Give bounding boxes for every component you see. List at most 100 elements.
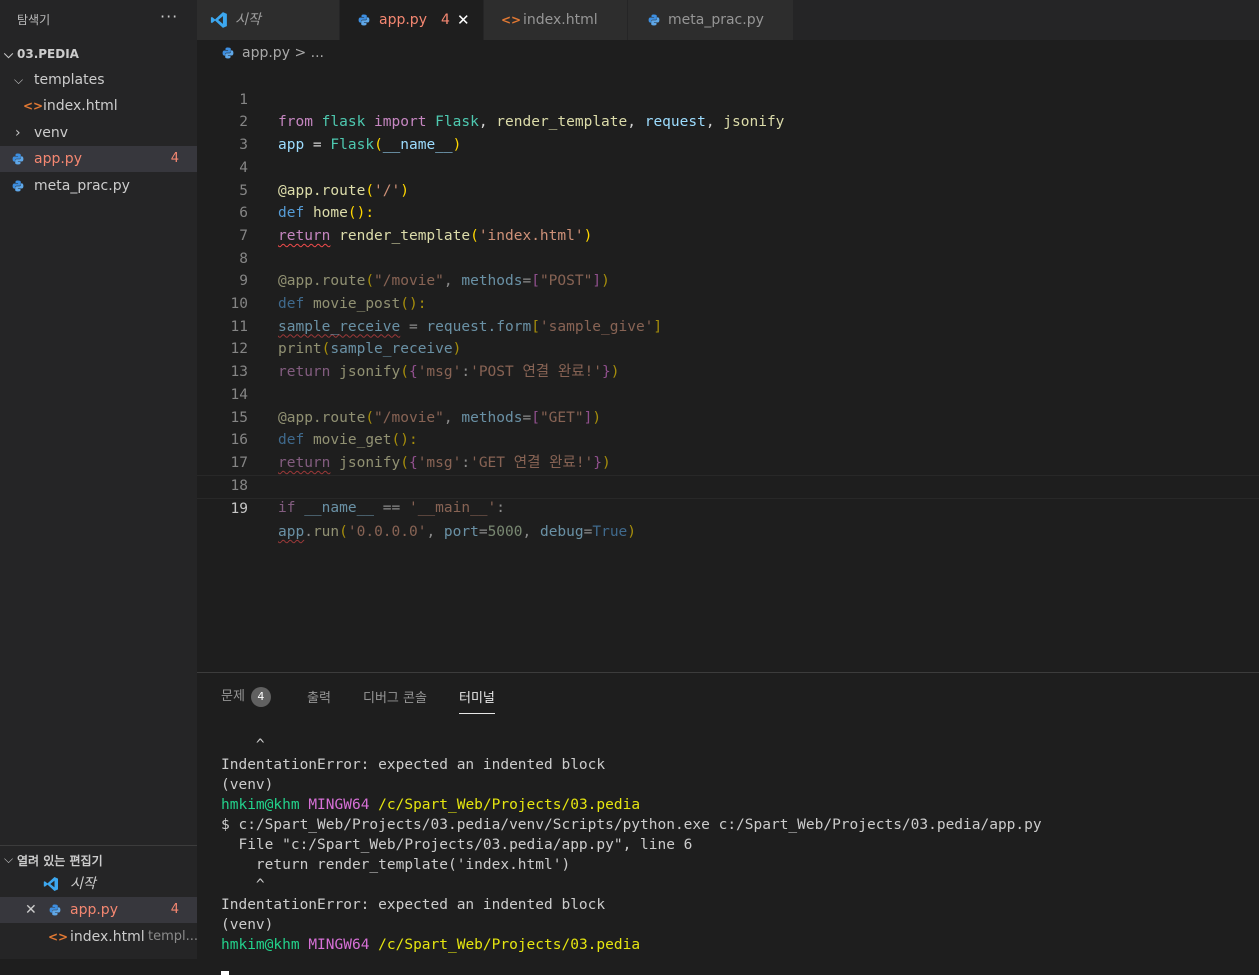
code-line: 11 print(sample_receive) [197,293,1259,358]
python-file-icon [358,14,370,26]
tab-meta-prac-py[interactable]: meta_prac.py [628,0,793,40]
code-line: 12 return jsonify({'msg':'POST 연결 완료!'}) [197,316,1259,380]
editor-tab-bar: 시작 app.py 4 ✕ <> index.html meta_prac.py [197,0,1259,40]
code-line: 8 @app.route("/movie", methods=["POST"]) [197,225,1259,290]
close-icon[interactable]: ✕ [457,0,470,40]
terminal-prompt-line: hmkim@khm MINGW64 /c/Spart_Web/Projects/… [221,937,641,953]
tab-label: index.html [523,12,598,28]
code-line: 15 def movie_get(): [197,384,1259,449]
tree-item-label: index.html [43,98,118,114]
code-line: 5 def home(): [197,157,1259,222]
chevron-down-icon: ⌵ [14,73,24,87]
tree-item-templates[interactable]: ⌵ templates [0,67,197,93]
code-line: 6 return render_template('index.html') [197,180,1259,244]
tab-label: meta_prac.py [668,12,764,28]
terminal-output[interactable]: ^ IndentationError: expected an indented… [221,735,1042,975]
tree-item-index-html[interactable]: <> index.html [0,93,197,119]
terminal-prompt-line: hmkim@khm MINGW64 /c/Spart_Web/Projects/… [221,797,641,813]
code-line: 3 [197,111,1259,153]
tab-terminal[interactable]: 터미널 [459,687,495,714]
terminal-line: IndentationError: expected an indented b… [221,757,606,773]
tree-item-label: venv [34,125,69,141]
tree-item-label: templates [34,72,105,88]
code-editor[interactable]: 1 from flask import Flask, render_templa… [197,66,1259,661]
python-file-icon [49,904,61,916]
code-line: 2 app = Flask(__name__) [197,89,1259,153]
tab-debug-console[interactable]: 디버그 콘솔 [363,687,427,706]
bottom-panel: 문제 4 출력 디버그 콘솔 터미널 ^ IndentationError: ex… [197,672,1259,975]
open-editor-app-py[interactable]: ✕ app.py 4 [0,897,197,923]
terminal-line: IndentationError: expected an indented b… [221,897,606,913]
tab-problems[interactable]: 문제 4 [221,685,271,707]
open-editor-welcome[interactable]: 시작 [0,871,197,897]
code-line: 4 @app.route('/') [197,134,1259,199]
chevron-down-icon: ⌵ [4,852,14,866]
problem-count-badge: 4 [250,687,271,707]
tab-welcome[interactable]: 시작 [197,0,339,40]
terminal-cursor-line [221,955,1042,975]
explorer-sidebar: 탐색기 ··· ⌵ 03.PEDIA ⌵ templates <> index.… [0,0,197,959]
problem-count-badge: 4 [441,12,450,28]
python-file-icon [648,14,660,26]
code-line: 16 return jsonify({'msg':'GET 연결 완료!'}) [197,407,1259,471]
tab-label: 시작 [235,12,261,28]
code-text: if __name__ == '__main__': [278,500,506,517]
open-editor-label: 시작 [70,876,96,892]
tab-output[interactable]: 출력 [307,687,331,706]
code-line: 9 def movie_post(): [197,248,1259,312]
open-editor-description: templ... [148,929,197,944]
open-editor-index-html[interactable]: <> index.html templ... [0,924,197,950]
code-line: 1 from flask import Flask, render_templa… [197,66,1259,131]
terminal-line: $ c:/Spart_Web/Projects/03.pedia/venv/Sc… [221,817,1042,833]
chevron-right-icon: › [15,125,21,141]
tree-item-venv[interactable]: › venv [0,120,197,146]
tab-index-html[interactable]: <> index.html [484,0,627,40]
terminal-line: ^ [221,877,265,893]
code-line: 18 if __name__ == '__main__': [197,452,1259,517]
breadcrumb-symbols[interactable]: ... [311,45,324,61]
problem-count-badge: 4 [170,151,179,166]
more-actions-icon[interactable]: ··· [160,7,178,26]
tab-label: app.py [379,12,427,28]
python-file-icon [222,47,234,59]
html-file-icon: <> [23,99,44,113]
code-line: 10 sample_receive = request.form['sample… [197,270,1259,335]
folder-name: 03.PEDIA [17,47,79,61]
tab-app-py[interactable]: app.py 4 ✕ [340,0,483,40]
open-editor-label: index.html [70,929,145,945]
tree-item-label: app.py [34,151,82,167]
chevron-down-icon: ⌵ [4,47,14,61]
html-file-icon: <> [48,930,69,944]
breadcrumb: app.py > ... [222,45,324,61]
terminal-line: return render_template('index.html') [221,857,571,873]
breadcrumb-separator: > [294,45,307,61]
tree-item-meta-prac-py[interactable]: meta_prac.py [0,173,197,199]
open-editors-header[interactable]: ⌵ 열려 있는 편집기 [0,845,197,872]
line-number: 19 [230,501,248,518]
terminal-line: (venv) [221,917,274,933]
vscode-icon [210,12,227,28]
open-editor-label: app.py [70,902,118,918]
close-icon[interactable]: ✕ [25,897,37,923]
code-line-current: 19 app.run('0.0.0.0', port=5000, debug=T… [197,474,1259,540]
terminal-cursor [221,971,229,975]
explorer-header: 탐색기 ··· [0,0,197,40]
code-line: 13 [197,338,1259,380]
tree-item-label: meta_prac.py [34,178,130,194]
code-line: 7 [197,202,1259,244]
tree-item-app-py[interactable]: app.py 4 [0,146,197,172]
python-file-icon [12,153,24,165]
problem-count-badge: 4 [170,902,179,917]
tab-label: 문제 [221,689,245,704]
terminal-line: (venv) [221,777,274,793]
breadcrumb-file[interactable]: app.py [242,45,290,61]
explorer-title: 탐색기 [17,13,51,27]
code-line: 17 [197,429,1259,471]
open-editors-title: 열려 있는 편집기 [17,854,103,868]
python-file-icon [12,180,24,192]
folder-header-03pedia[interactable]: ⌵ 03.PEDIA [0,41,197,67]
terminal-line: ^ [221,737,265,753]
code-text: app.run('0.0.0.0', port=5000, debug=True… [278,524,637,540]
html-file-icon: <> [501,13,522,27]
vscode-icon [43,877,58,891]
